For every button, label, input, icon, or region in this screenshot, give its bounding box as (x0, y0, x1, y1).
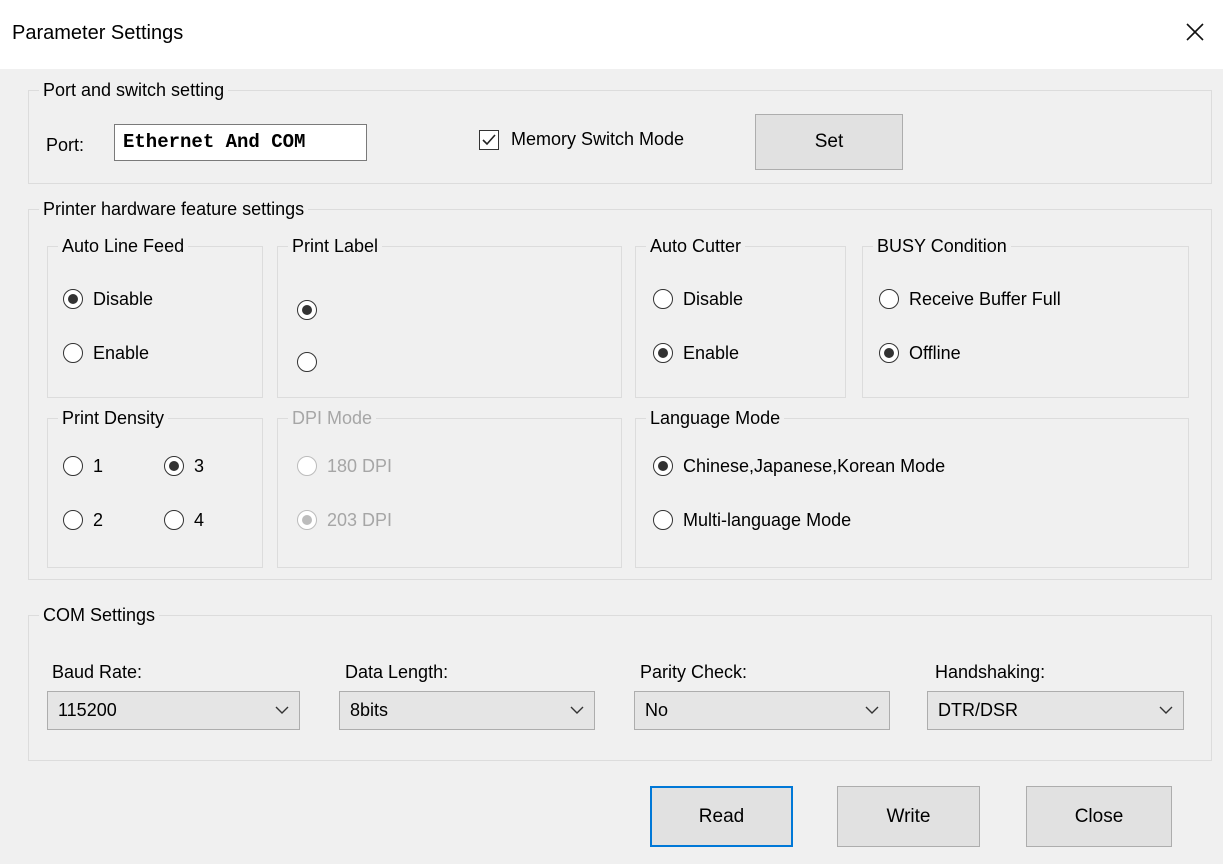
print-density-group: Print Density (47, 408, 263, 568)
memory-switch-label: Memory Switch Mode (511, 129, 685, 149)
auto-line-feed-group: Auto Line Feed (47, 236, 263, 398)
port-switch-legend: Port and switch setting (43, 80, 225, 100)
port-label: Port: (46, 135, 85, 155)
close-button[interactable]: Close (1026, 786, 1172, 847)
dpi-mode-group: DPI Mode (277, 408, 622, 568)
print-density-legend: Print Density (62, 408, 165, 428)
handshaking-value: DTR/DSR (938, 700, 1018, 720)
close-icon[interactable] (1180, 17, 1210, 47)
print-density-4-radio[interactable]: 4 (164, 507, 204, 533)
handshaking-label: Handshaking: (935, 662, 1046, 682)
memory-switch-checkbox[interactable]: Memory Switch Mode (479, 129, 684, 150)
busy-offline-radio[interactable]: Offline (879, 340, 961, 366)
chevron-down-icon (1159, 706, 1173, 714)
print-density-1-radio[interactable]: 1 (63, 453, 103, 479)
print-density-3-radio[interactable]: 3 (164, 453, 204, 479)
auto-line-feed-disable-radio[interactable]: Disable (63, 286, 153, 312)
busy-condition-group: BUSY Condition (862, 236, 1189, 398)
print-label-option-1-radio[interactable] (297, 297, 317, 323)
com-settings-legend: COM Settings (43, 605, 156, 625)
handshaking-select[interactable]: DTR/DSR (927, 691, 1184, 730)
baud-rate-select[interactable]: 115200 (47, 691, 300, 730)
auto-line-feed-legend: Auto Line Feed (62, 236, 185, 256)
parity-check-value: No (645, 700, 669, 720)
com-settings-group: COM Settings (28, 605, 1212, 761)
port-value-field[interactable]: Ethernet And COM (114, 124, 367, 161)
set-button[interactable]: Set (755, 114, 903, 170)
busy-receive-buffer-full-radio[interactable]: Receive Buffer Full (879, 286, 1061, 312)
auto-cutter-enable-radio[interactable]: Enable (653, 340, 739, 366)
dpi-180-radio: 180 DPI (297, 453, 392, 479)
print-label-group: Print Label (277, 236, 622, 398)
checkbox-box[interactable] (479, 129, 499, 150)
language-mode-legend: Language Mode (650, 408, 781, 428)
dpi-203-radio: 203 DPI (297, 507, 392, 533)
chevron-down-icon (275, 706, 289, 714)
dpi-mode-legend: DPI Mode (292, 408, 373, 428)
print-density-2-radio[interactable]: 2 (63, 507, 103, 533)
auto-cutter-group: Auto Cutter (635, 236, 846, 398)
auto-cutter-disable-radio[interactable]: Disable (653, 286, 743, 312)
data-length-label: Data Length: (345, 662, 449, 682)
window-title: Parameter Settings (12, 22, 184, 44)
data-length-value: 8bits (350, 700, 389, 720)
busy-condition-legend: BUSY Condition (877, 236, 1007, 256)
parity-check-select[interactable]: No (634, 691, 890, 730)
print-label-option-2-radio[interactable] (297, 349, 317, 375)
title-bar: Parameter Settings (0, 0, 1223, 70)
auto-line-feed-enable-radio[interactable]: Enable (63, 340, 149, 366)
read-button[interactable]: Read (650, 786, 793, 847)
language-mode-group: Language Mode (635, 408, 1189, 568)
checkmark-icon (482, 133, 496, 145)
baud-rate-label: Baud Rate: (52, 662, 143, 682)
language-cjk-radio[interactable]: Chinese,Japanese,Korean Mode (653, 453, 945, 479)
write-button[interactable]: Write (837, 786, 980, 847)
chevron-down-icon (865, 706, 879, 714)
baud-rate-value: 115200 (58, 700, 117, 720)
parity-check-label: Parity Check: (640, 662, 748, 682)
print-label-legend: Print Label (292, 236, 379, 256)
language-multi-radio[interactable]: Multi-language Mode (653, 507, 851, 533)
auto-cutter-legend: Auto Cutter (650, 236, 742, 256)
chevron-down-icon (570, 706, 584, 714)
hardware-legend: Printer hardware feature settings (43, 199, 305, 219)
data-length-select[interactable]: 8bits (339, 691, 595, 730)
